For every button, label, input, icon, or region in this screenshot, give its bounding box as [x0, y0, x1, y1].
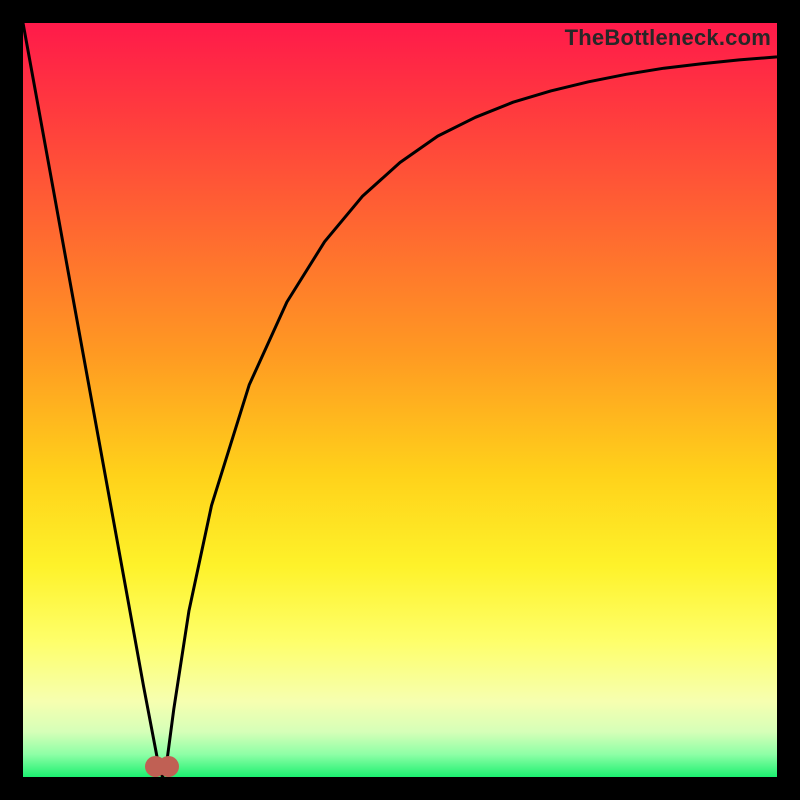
curve-svg [23, 23, 777, 777]
chart-plot-area: TheBottleneck.com [23, 23, 777, 777]
curve-path [23, 23, 777, 777]
dip-marker [145, 753, 179, 777]
attribution-text: TheBottleneck.com [565, 25, 771, 51]
chart-frame: TheBottleneck.com [23, 23, 777, 777]
